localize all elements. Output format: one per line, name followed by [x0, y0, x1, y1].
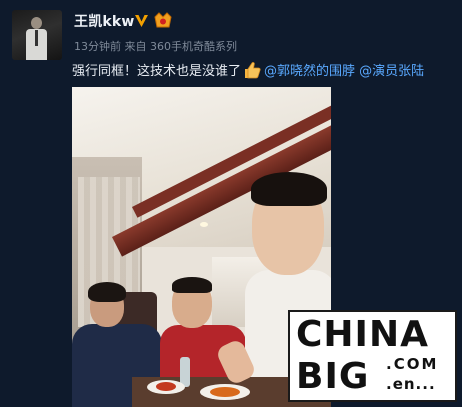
photo-plate — [147, 380, 185, 394]
watermark-line2: BIG — [296, 356, 370, 397]
watermark-line1: CHINA — [296, 314, 429, 355]
person-hair — [251, 172, 327, 206]
post-meta: 13分钟前 来自 360手机奇酷系列 — [74, 38, 237, 54]
avatar-tie — [35, 30, 38, 46]
post-time[interactable]: 13分钟前 — [74, 38, 121, 54]
post-text-main: 强行同框！这技术也是没谁了 — [72, 64, 242, 79]
person-hair — [172, 277, 212, 293]
watermark-en: .en... — [386, 375, 436, 393]
member-level-icon[interactable] — [153, 11, 173, 29]
photo-light — [200, 222, 208, 227]
person-hair — [88, 282, 126, 302]
post-source-prefix: 来自 — [124, 40, 147, 53]
post-source[interactable]: 360手机奇酷系列 — [150, 38, 237, 54]
photo-plate — [200, 384, 250, 400]
avatar-head — [31, 17, 42, 29]
user-avatar[interactable] — [12, 10, 62, 60]
username-link[interactable]: 王凯kkw — [74, 11, 135, 31]
watermark-logo: CHINA BIG .COM .en... — [288, 310, 457, 402]
mention-link[interactable]: @演员张陆 — [359, 64, 424, 79]
mention-link[interactable]: @郭晓然的围脖 — [264, 64, 355, 79]
thumbs-up-emoji-icon — [242, 60, 262, 80]
post-text: 强行同框！这技术也是没谁了 @郭晓然的围脖 @演员张陆 — [72, 60, 424, 84]
watermark-com: .COM — [386, 355, 439, 373]
verified-v-icon[interactable] — [134, 13, 149, 28]
